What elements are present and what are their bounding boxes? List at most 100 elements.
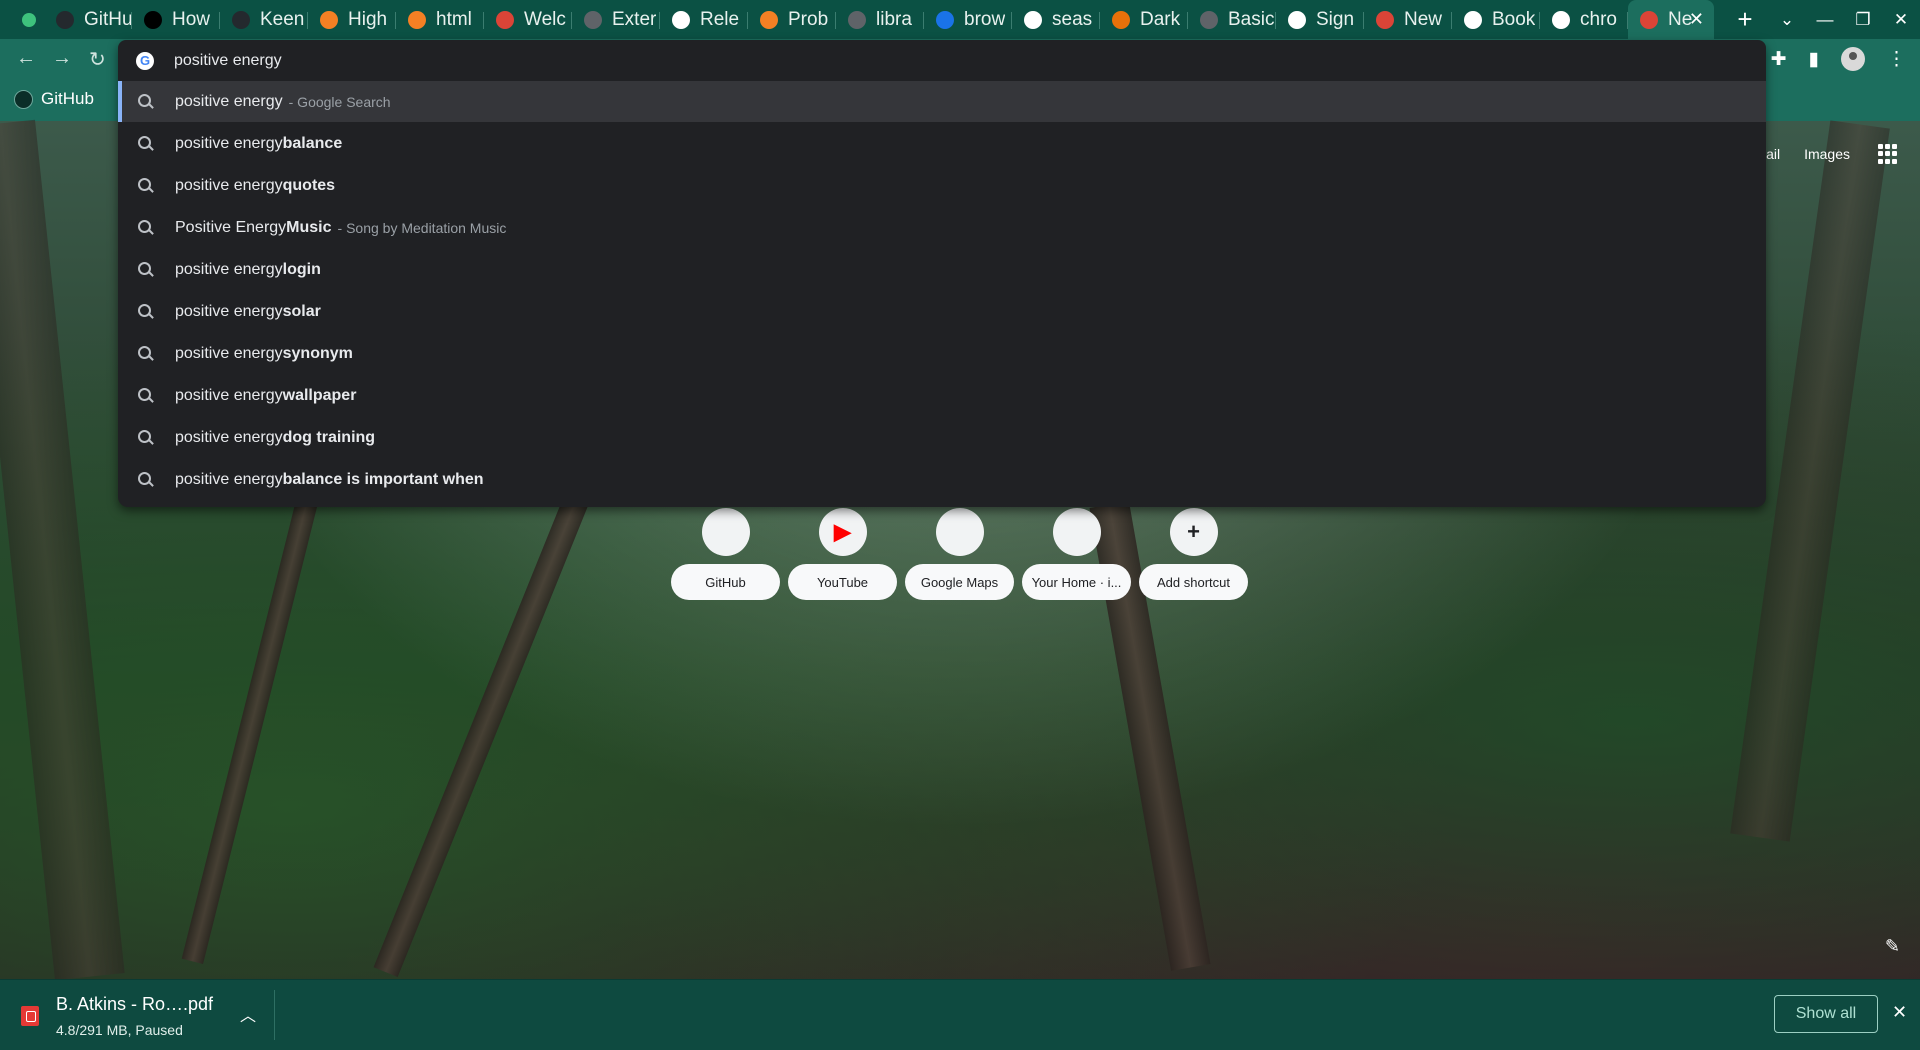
shortcut-label: Your Home · i... <box>1022 564 1131 600</box>
shortcut-tile[interactable]: GitHub <box>671 508 780 600</box>
bookmark-github[interactable]: GitHub <box>14 89 94 109</box>
google-icon <box>1288 10 1306 29</box>
suggestion-row[interactable]: positive energy balance is important whe… <box>118 459 1766 500</box>
search-icon <box>138 135 154 152</box>
suggestion-row[interactable]: positive energy wallpaper <box>118 375 1766 416</box>
tab-title: How <box>172 8 211 30</box>
tab-title: Exter <box>612 8 657 30</box>
document-icon <box>1200 10 1218 29</box>
window-controls: ⌄ — ❐ ✕ <box>1768 0 1920 39</box>
puzzle-icon <box>584 10 602 29</box>
suggestion-text: positive energy <box>175 470 283 488</box>
medium-icon <box>144 10 162 29</box>
tab-title: Welc <box>524 8 566 30</box>
profile-dot-icon <box>22 12 36 27</box>
suggestion-completion: dog training <box>282 428 376 446</box>
extensions-puzzle-icon[interactable]: ✚ <box>1771 48 1787 71</box>
suggestion-text: positive energy <box>175 92 283 110</box>
tab[interactable]: Dark <box>1100 0 1188 39</box>
shortcut-tile[interactable]: Your Home · i... <box>1022 508 1131 600</box>
divider <box>274 990 275 1040</box>
github-icon <box>701 508 750 556</box>
suggestion-row[interactable]: positive energy solar <box>118 291 1766 332</box>
stackoverflow-icon <box>760 10 778 29</box>
download-menu-chevron-icon[interactable]: ︿ <box>240 1002 256 1026</box>
google-header-links: mail Images <box>1754 146 1850 162</box>
download-filename[interactable]: B. Atkins - Ro….pdf <box>56 994 213 1015</box>
tab[interactable]: html <box>396 0 484 39</box>
side-panel-icon[interactable]: ▮ <box>1809 48 1819 71</box>
suggestion-row[interactable]: positive energy quotes <box>118 165 1766 206</box>
suggestion-text: Positive Energy <box>175 218 287 236</box>
tab[interactable]: chro <box>1540 0 1628 39</box>
suggestion-text: positive energy <box>175 344 283 362</box>
github-icon <box>232 10 250 29</box>
show-all-button[interactable]: Show all <box>1774 995 1878 1033</box>
shortcut-tile[interactable]: ▶ YouTube <box>788 508 897 600</box>
tab[interactable]: Basic <box>1188 0 1276 39</box>
tab-title: html <box>436 8 472 30</box>
suggestion-row[interactable]: positive energy - Google Search <box>118 81 1766 122</box>
suggestion-completion: quotes <box>282 176 336 194</box>
suggestion-completion: synonym <box>282 344 353 362</box>
tab[interactable]: High <box>308 0 396 39</box>
google-icon <box>1024 10 1042 29</box>
tab[interactable]: GitHub <box>44 0 132 39</box>
menu-kebab-icon[interactable]: ⋮ <box>1887 48 1906 71</box>
tab-title: Sign <box>1316 8 1355 30</box>
shortcut-label: Google Maps <box>905 564 1014 600</box>
shortcut-tile[interactable]: + Add shortcut <box>1139 508 1248 600</box>
search-icon <box>138 93 154 110</box>
images-link[interactable]: Images <box>1804 146 1850 162</box>
suggestion-row[interactable]: positive energy synonym <box>118 333 1766 374</box>
tab-search-chevron-icon[interactable]: ⌄ <box>1768 10 1806 30</box>
youtube-icon: ▶ <box>818 508 867 556</box>
tab[interactable]: seas <box>1012 0 1100 39</box>
tab[interactable]: Sign <box>1276 0 1364 39</box>
tab[interactable]: Ne ✕ <box>1628 0 1714 39</box>
back-button[interactable]: ← <box>16 47 36 70</box>
suggestion-row[interactable]: Positive Energy Music - Song by Meditatio… <box>118 207 1766 248</box>
forward-button[interactable]: → <box>52 47 72 70</box>
maps-pin-icon <box>935 508 984 556</box>
tab[interactable]: Keen <box>220 0 308 39</box>
tab[interactable]: How <box>132 0 220 39</box>
tab[interactable]: Rele <box>660 0 748 39</box>
suggestion-completion: wallpaper <box>282 386 357 404</box>
download-shelf: B. Atkins - Ro….pdf 4.8/291 MB, Paused ︿… <box>0 979 1920 1050</box>
suggestion-row[interactable]: positive energy balance <box>118 123 1766 164</box>
github-icon <box>56 10 74 29</box>
shortcut-tile[interactable]: Google Maps <box>905 508 1014 600</box>
minimize-button[interactable]: — <box>1806 10 1844 30</box>
profile-avatar-icon[interactable] <box>1841 47 1865 71</box>
reload-button[interactable]: ↻ <box>89 47 106 72</box>
new-tab-button[interactable]: + <box>1730 4 1760 35</box>
suggestion-row[interactable]: positive energy login <box>118 249 1766 290</box>
suggestion-row[interactable]: positive energy dog training <box>118 417 1766 458</box>
close-tab-icon[interactable]: ✕ <box>1689 9 1704 30</box>
tab[interactable]: Exter <box>572 0 660 39</box>
tab-title: High <box>348 8 388 30</box>
suggestion-text: positive energy <box>175 260 283 278</box>
tab[interactable]: brow <box>924 0 1012 39</box>
google-apps-grid-icon[interactable] <box>1878 144 1898 164</box>
customize-pencil-icon[interactable]: ✎ <box>1885 936 1900 957</box>
tab-title: Basic <box>1228 8 1275 30</box>
suggestion-completion: balance <box>282 134 343 152</box>
close-shelf-icon[interactable]: ✕ <box>1892 1002 1907 1023</box>
tab[interactable]: Prob <box>748 0 836 39</box>
chrome-icon <box>1376 10 1394 29</box>
restore-button[interactable]: ❐ <box>1844 10 1882 30</box>
tab[interactable]: Welc <box>484 0 572 39</box>
tab-title: Book <box>1492 8 1536 30</box>
tab[interactable]: Book <box>1452 0 1540 39</box>
omnibox-input[interactable]: G positive energy <box>118 40 1766 81</box>
tab[interactable]: libra <box>836 0 924 39</box>
tab-title: chro <box>1580 8 1617 30</box>
omnibox-query[interactable]: positive energy <box>174 52 282 70</box>
tab[interactable]: New <box>1364 0 1452 39</box>
close-window-button[interactable]: ✕ <box>1882 10 1920 30</box>
plus-icon: + <box>1169 508 1218 556</box>
search-icon <box>138 387 154 404</box>
suggestion-completion: login <box>282 260 321 278</box>
